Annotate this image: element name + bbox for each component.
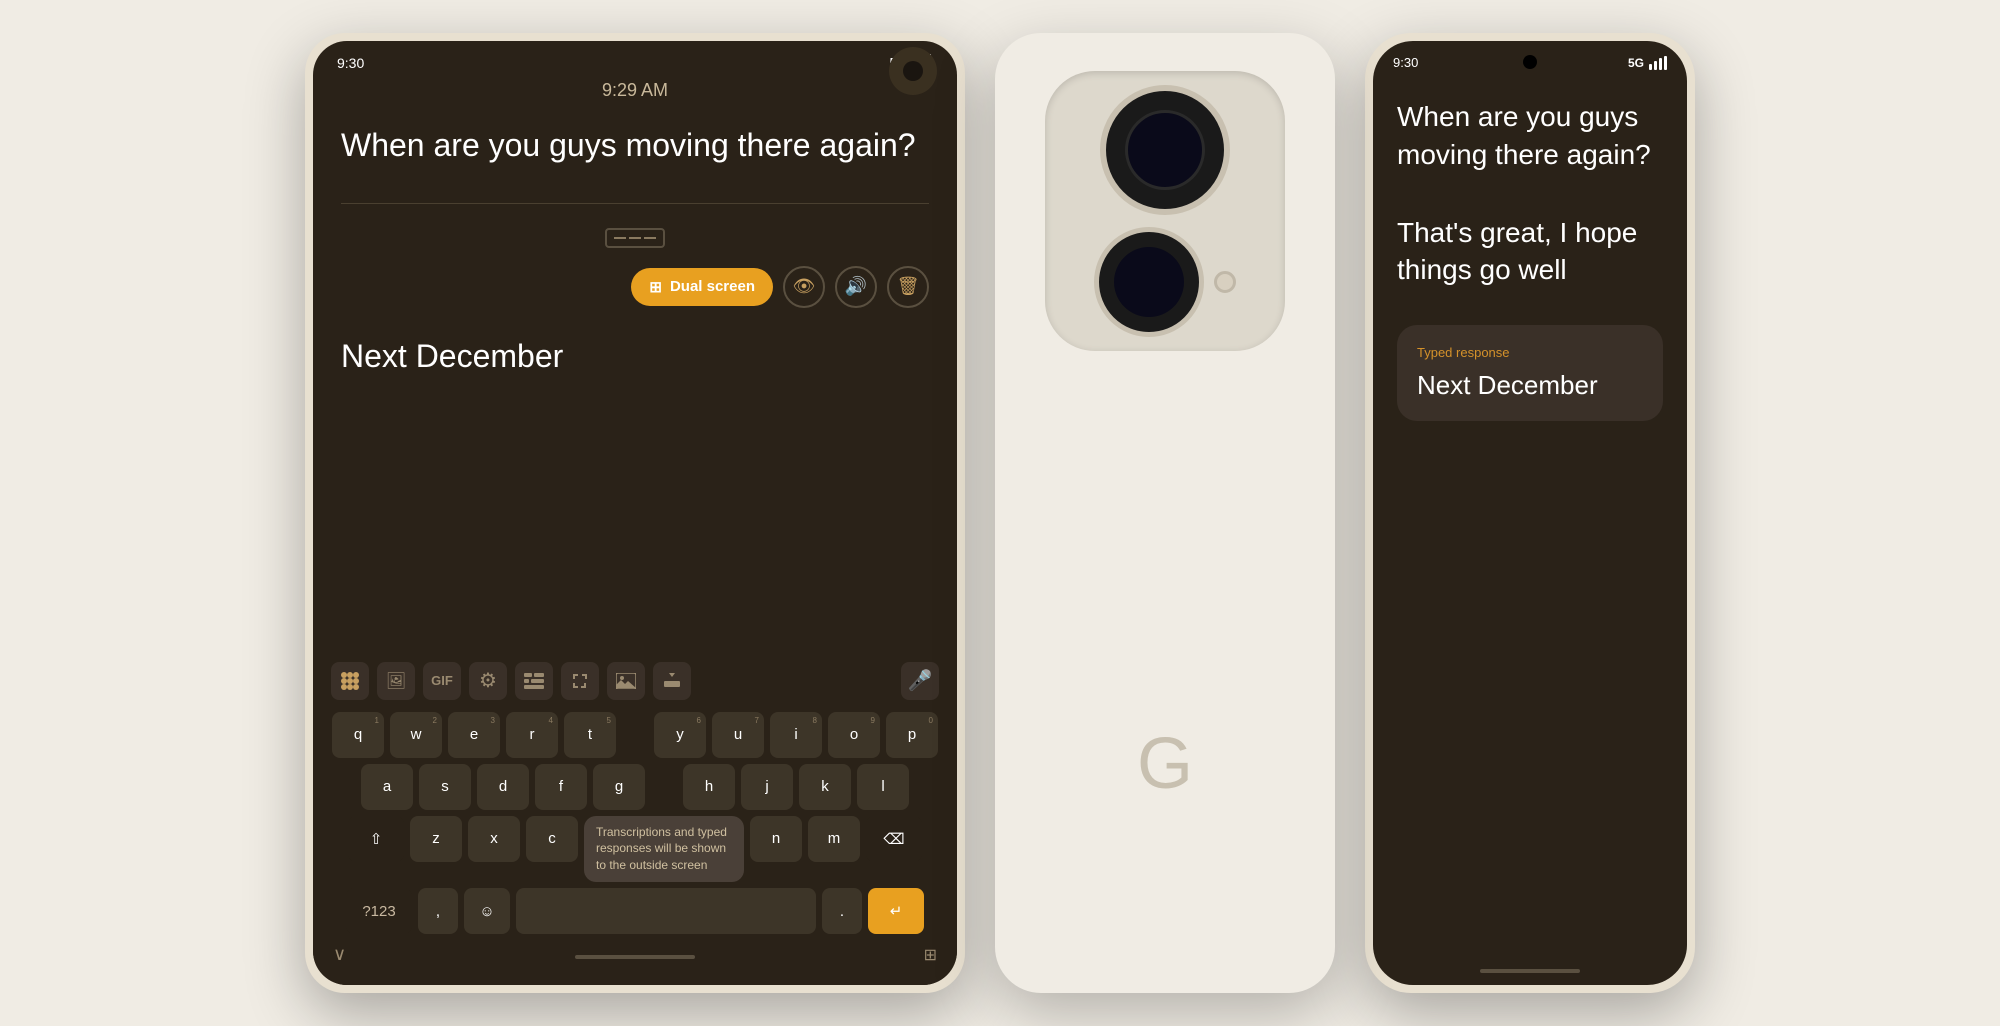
front-camera-punch-hole xyxy=(1523,55,1537,69)
foldable-transcription: When are you guys moving there again? xyxy=(341,125,929,167)
key-i[interactable]: i8 xyxy=(770,712,822,758)
key-s[interactable]: s xyxy=(419,764,471,810)
camera-module xyxy=(1045,71,1285,351)
key-u[interactable]: u7 xyxy=(712,712,764,758)
camera-main-lens xyxy=(1100,85,1230,215)
key-z[interactable]: z xyxy=(410,816,462,862)
key-g[interactable]: g xyxy=(593,764,645,810)
keyboard-gif-icon[interactable]: GIF xyxy=(423,662,461,700)
typed-response-card-value: Next December xyxy=(1417,370,1643,401)
keyboard-settings-icon[interactable]: ⚙ xyxy=(469,662,507,700)
google-logo: G xyxy=(1137,723,1193,805)
foldable-typed-response: Next December xyxy=(341,338,929,375)
keyboard-grid-small-icon[interactable]: ⊞ xyxy=(924,945,937,965)
foldable-phone: 9:30 5G xyxy=(305,33,965,993)
dual-screen-icon: ⊞ xyxy=(649,278,662,296)
keyboard-expand-icon[interactable] xyxy=(561,662,599,700)
key-t[interactable]: t5 xyxy=(564,712,616,758)
key-backspace[interactable]: ⌫ xyxy=(866,816,922,862)
keyboard-shrink-icon[interactable] xyxy=(653,662,691,700)
phone-back: G xyxy=(995,33,1335,993)
keyboard-mic-icon[interactable]: 🎤 xyxy=(901,662,939,700)
dual-screen-label: Dual screen xyxy=(670,278,755,295)
key-shift[interactable]: ⇧ xyxy=(348,816,404,862)
foldable-center-time: 9:29 AM xyxy=(313,76,957,105)
key-k[interactable]: k xyxy=(799,764,851,810)
camera-bottom-row xyxy=(1094,227,1236,337)
key-space[interactable] xyxy=(516,888,816,934)
keyboard-row-4: ?123 , ☺ . ↵ xyxy=(323,888,947,934)
key-emoji[interactable]: ☺ xyxy=(464,888,510,934)
foldable-divider xyxy=(341,203,929,204)
delete-icon: 🗑 xyxy=(897,276,920,297)
eye-button[interactable]: 👁 xyxy=(783,266,825,308)
key-a[interactable]: a xyxy=(361,764,413,810)
key-o[interactable]: o9 xyxy=(828,712,880,758)
keyboard-toolbar: 🖼 GIF ⚙ xyxy=(323,656,947,706)
phone-right-time: 9:30 xyxy=(1393,55,1418,70)
keyboard-row-1: q1 w2 e3 r4 t5 y6 u7 i8 o9 p0 xyxy=(323,712,947,758)
keyboard-grid-icon[interactable] xyxy=(331,662,369,700)
key-j[interactable]: j xyxy=(741,764,793,810)
key-e[interactable]: e3 xyxy=(448,712,500,758)
speaker-icon: 🔊 xyxy=(845,276,867,297)
phone-right-network: 5G xyxy=(1628,56,1644,70)
speaker-button[interactable]: 🔊 xyxy=(835,266,877,308)
phone-right-signal-icon xyxy=(1649,56,1667,70)
keyboard-sticker-icon[interactable]: 🖼 xyxy=(377,662,415,700)
keyboard-bottom-bar: ∨ ⊞ xyxy=(323,940,947,969)
key-d[interactable]: d xyxy=(477,764,529,810)
foldable-camera xyxy=(889,47,937,95)
home-indicator xyxy=(575,955,695,959)
delete-button[interactable]: 🗑 xyxy=(887,266,929,308)
key-c[interactable]: c xyxy=(526,816,578,862)
key-symbols[interactable]: ?123 xyxy=(346,888,412,934)
key-w[interactable]: w2 xyxy=(390,712,442,758)
key-p[interactable]: p0 xyxy=(886,712,938,758)
scene: 9:30 5G xyxy=(0,0,2000,1026)
key-l[interactable]: l xyxy=(857,764,909,810)
phone-right-content: When are you guys moving there again? Th… xyxy=(1373,78,1687,961)
key-enter[interactable]: ↵ xyxy=(868,888,924,934)
menu-bar-indicator xyxy=(341,228,929,248)
keyboard-row-3: ⇧ z x c Transcriptions and typed respons… xyxy=(323,816,947,882)
dual-screen-button[interactable]: ⊞ Dual screen xyxy=(631,268,773,306)
foldable-toolbar: ⊞ Dual screen 👁 🔊 🗑 xyxy=(341,266,929,308)
foldable-time: 9:30 xyxy=(337,55,364,71)
keyboard-row-2: a s d f g h j k l xyxy=(323,764,947,810)
phone-right-home-indicator xyxy=(1480,969,1580,973)
key-h[interactable]: h xyxy=(683,764,735,810)
key-period[interactable]: . xyxy=(822,888,862,934)
eye-icon: 👁 xyxy=(793,276,816,297)
keyboard-layout-icon[interactable] xyxy=(515,662,553,700)
keyboard-tooltip: Transcriptions and typed responses will … xyxy=(584,816,744,882)
key-m[interactable]: m xyxy=(808,816,860,862)
key-f[interactable]: f xyxy=(535,764,587,810)
keyboard-area: 🖼 GIF ⚙ xyxy=(313,648,957,985)
typed-response-card: Typed response Next December xyxy=(1397,325,1663,421)
typed-response-card-label: Typed response xyxy=(1417,345,1643,360)
key-q[interactable]: q1 xyxy=(332,712,384,758)
foldable-status-bar: 9:30 5G xyxy=(313,41,957,76)
key-n[interactable]: n xyxy=(750,816,802,862)
key-comma[interactable]: , xyxy=(418,888,458,934)
camera-flash xyxy=(1214,271,1236,293)
key-x[interactable]: x xyxy=(468,816,520,862)
camera-ultra-lens xyxy=(1094,227,1204,337)
phone-right-question: When are you guys moving there again? xyxy=(1397,98,1663,174)
phone-right-response: That's great, I hope things go well xyxy=(1397,214,1663,290)
key-y[interactable]: y6 xyxy=(654,712,706,758)
key-r[interactable]: r4 xyxy=(506,712,558,758)
keyboard-image-icon[interactable] xyxy=(607,662,645,700)
phone-front: 9:30 5G When are you guys moving there a… xyxy=(1365,33,1695,993)
chevron-down-icon[interactable]: ∨ xyxy=(333,944,346,965)
